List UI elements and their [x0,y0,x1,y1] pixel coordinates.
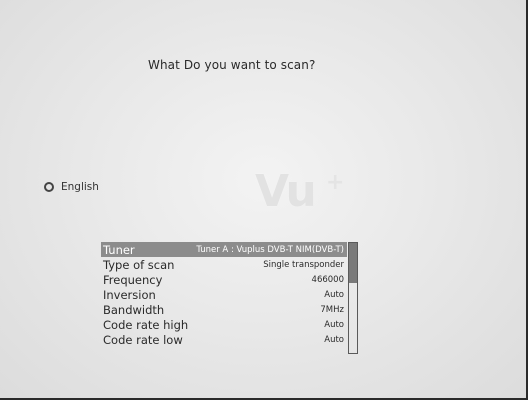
config-row-code-rate-low[interactable]: Code rate low Auto [101,332,347,347]
vu-logo: Vu [255,166,317,217]
config-row-value: Auto [324,319,344,330]
config-row-bandwidth[interactable]: Bandwidth 7MHz [101,302,347,317]
config-row-value: Auto [324,334,344,345]
config-row-type-of-scan[interactable]: Type of scan Single transponder [101,257,347,272]
config-row-label: Tuner [103,242,135,257]
config-row-value: Auto [324,289,344,300]
scan-config-list: Tuner Tuner A : Vuplus DVB-T NIM(DVB-T) … [101,242,347,347]
config-row-value: 466000 [311,274,344,285]
language-label: English [61,181,99,193]
scrollbar-thumb[interactable] [349,243,357,283]
config-row-value: Tuner A : Vuplus DVB-T NIM(DVB-T) [196,244,344,255]
config-row-label: Type of scan [103,257,175,272]
config-row-inversion[interactable]: Inversion Auto [101,287,347,302]
page-title: What Do you want to scan? [148,58,316,72]
config-row-label: Inversion [103,287,156,302]
vu-logo-plus: + [326,170,345,195]
language-option[interactable]: English [44,181,99,193]
config-row-label: Frequency [103,272,163,287]
config-row-frequency[interactable]: Frequency 466000 [101,272,347,287]
config-row-label: Code rate high [103,317,189,332]
config-row-label: Bandwidth [103,302,165,317]
radio-circle-icon[interactable] [44,182,54,192]
config-row-tuner[interactable]: Tuner Tuner A : Vuplus DVB-T NIM(DVB-T) [101,242,347,257]
config-row-value: 7MHz [320,304,344,315]
config-row-value: Single transponder [263,259,344,270]
config-scrollbar[interactable] [348,242,358,354]
scan-screen: What Do you want to scan? Vu + English T… [0,0,528,400]
config-row-label: Code rate low [103,332,183,347]
config-row-code-rate-high[interactable]: Code rate high Auto [101,317,347,332]
